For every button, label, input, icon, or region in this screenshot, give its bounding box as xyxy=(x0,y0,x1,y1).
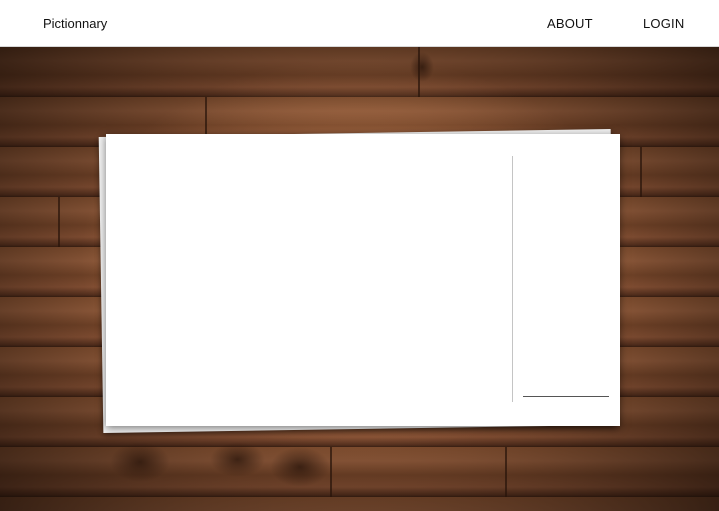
drawing-canvas[interactable] xyxy=(106,134,512,426)
wood-knot xyxy=(410,52,434,82)
plank-seam xyxy=(58,197,60,247)
side-panel xyxy=(513,134,620,426)
plank-seam xyxy=(505,447,507,497)
nav-about-link[interactable]: ABOUT xyxy=(547,16,593,31)
wood-knot xyxy=(270,447,330,487)
plank-seam xyxy=(640,147,642,197)
nav-login-link[interactable]: LOGIN xyxy=(643,16,684,31)
guess-input[interactable] xyxy=(523,378,609,397)
plank-seam xyxy=(330,447,332,497)
wood-knot xyxy=(110,442,170,482)
plank-seam xyxy=(205,97,207,135)
page: Pictionnary ABOUT LOGIN xyxy=(0,0,719,511)
wood-knot xyxy=(210,442,265,477)
top-navbar: Pictionnary ABOUT LOGIN xyxy=(0,0,719,47)
brand-link[interactable]: Pictionnary xyxy=(43,16,107,31)
drawing-board xyxy=(106,134,620,426)
